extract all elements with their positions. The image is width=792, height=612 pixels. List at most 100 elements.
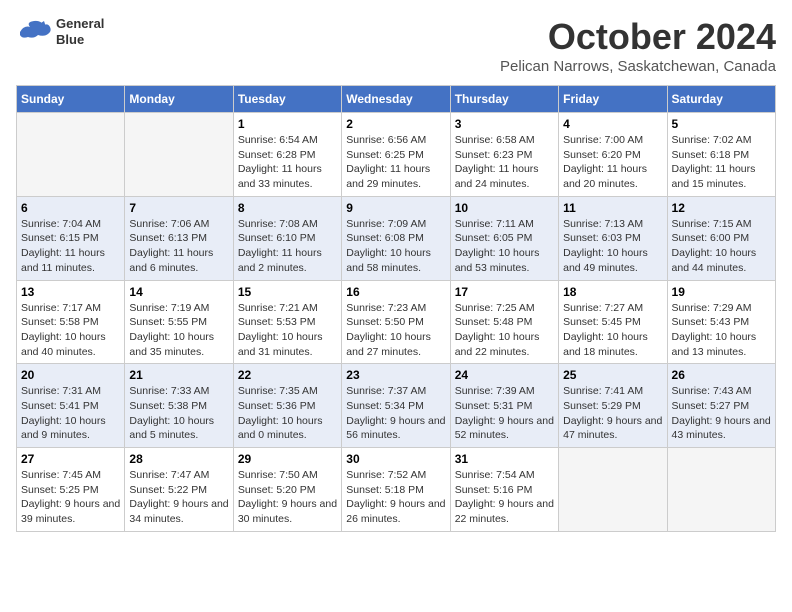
day-info: Sunrise: 7:35 AMSunset: 5:36 PMDaylight:… [238, 384, 337, 443]
calendar-cell: 3Sunrise: 6:58 AMSunset: 6:23 PMDaylight… [450, 113, 558, 197]
day-header-wednesday: Wednesday [342, 86, 450, 113]
title-block: October 2024 Pelican Narrows, Saskatchew… [500, 16, 776, 75]
calendar-cell: 9 Sunrise: 7:09 AMSunset: 6:08 PMDaylight… [342, 196, 450, 280]
calendar-cell: 8Sunrise: 7:08 AMSunset: 6:10 PMDaylight… [233, 196, 341, 280]
day-number: 5 [672, 117, 771, 131]
calendar-cell: 25Sunrise: 7:41 AMSunset: 5:29 PMDayligh… [559, 364, 667, 448]
logo-icon [16, 17, 52, 47]
day-header-thursday: Thursday [450, 86, 558, 113]
day-number: 11 [563, 201, 662, 215]
calendar-cell: 6 Sunrise: 7:04 AMSunset: 6:15 PMDaylight… [17, 196, 125, 280]
day-info: Sunrise: 7:54 AMSunset: 5:16 PMDaylight:… [455, 468, 554, 527]
day-number: 27 [21, 452, 120, 466]
day-info: Sunrise: 7:47 AMSunset: 5:22 PMDaylight:… [129, 468, 228, 527]
day-number: 28 [129, 452, 228, 466]
day-info: Sunrise: 7:02 AMSunset: 6:18 PMDaylight:… [672, 133, 771, 192]
day-number: 30 [346, 452, 445, 466]
calendar-cell: 15Sunrise: 7:21 AMSunset: 5:53 PMDayligh… [233, 280, 341, 364]
day-info: Sunrise: 7:15 AMSunset: 6:00 PMDaylight:… [672, 217, 771, 276]
calendar-cell: 23 Sunrise: 7:37 AMSunset: 5:34 PMDayligh… [342, 364, 450, 448]
calendar-cell: 11 Sunrise: 7:13 AMSunset: 6:03 PMDayligh… [559, 196, 667, 280]
day-number: 8 [238, 201, 337, 215]
day-header-saturday: Saturday [667, 86, 775, 113]
logo-text: General Blue [56, 16, 104, 47]
calendar-cell: 17 Sunrise: 7:25 AMSunset: 5:48 PMDayligh… [450, 280, 558, 364]
day-info: Sunrise: 7:37 AMSunset: 5:34 PMDaylight:… [346, 384, 445, 443]
day-number: 12 [672, 201, 771, 215]
day-info: Sunrise: 7:50 AMSunset: 5:20 PMDaylight:… [238, 468, 337, 527]
day-header-sunday: Sunday [17, 86, 125, 113]
day-number: 10 [455, 201, 554, 215]
day-info: Sunrise: 7:25 AMSunset: 5:48 PMDaylight:… [455, 301, 554, 360]
day-number: 26 [672, 368, 771, 382]
location: Pelican Narrows, Saskatchewan, Canada [500, 58, 776, 75]
day-header-friday: Friday [559, 86, 667, 113]
calendar-cell: 5 Sunrise: 7:02 AMSunset: 6:18 PMDaylight… [667, 113, 775, 197]
day-number: 2 [346, 117, 445, 131]
calendar-cell: 1Sunrise: 6:54 AMSunset: 6:28 PMDaylight… [233, 113, 341, 197]
day-info: Sunrise: 7:09 AMSunset: 6:08 PMDaylight:… [346, 217, 445, 276]
calendar-cell: 31 Sunrise: 7:54 AMSunset: 5:16 PMDayligh… [450, 448, 558, 532]
day-number: 23 [346, 368, 445, 382]
day-number: 3 [455, 117, 554, 131]
day-info: Sunrise: 7:06 AMSunset: 6:13 PMDaylight:… [129, 217, 228, 276]
calendar-cell: 28 Sunrise: 7:47 AMSunset: 5:22 PMDayligh… [125, 448, 233, 532]
day-info: Sunrise: 7:04 AMSunset: 6:15 PMDaylight:… [21, 217, 120, 276]
day-info: Sunrise: 7:13 AMSunset: 6:03 PMDaylight:… [563, 217, 662, 276]
day-info: Sunrise: 7:33 AMSunset: 5:38 PMDaylight:… [129, 384, 228, 443]
day-info: Sunrise: 7:52 AMSunset: 5:18 PMDaylight:… [346, 468, 445, 527]
day-number: 18 [563, 285, 662, 299]
day-number: 20 [21, 368, 120, 382]
calendar-table: SundayMondayTuesdayWednesdayThursdayFrid… [16, 85, 776, 532]
calendar-cell: 7 Sunrise: 7:06 AMSunset: 6:13 PMDaylight… [125, 196, 233, 280]
calendar-cell: 20Sunrise: 7:31 AMSunset: 5:41 PMDayligh… [17, 364, 125, 448]
day-number: 15 [238, 285, 337, 299]
calendar-cell: 26 Sunrise: 7:43 AMSunset: 5:27 PMDayligh… [667, 364, 775, 448]
calendar-cell: 30 Sunrise: 7:52 AMSunset: 5:18 PMDayligh… [342, 448, 450, 532]
day-number: 21 [129, 368, 228, 382]
day-info: Sunrise: 7:17 AMSunset: 5:58 PMDaylight:… [21, 301, 120, 360]
calendar-cell: 27Sunrise: 7:45 AMSunset: 5:25 PMDayligh… [17, 448, 125, 532]
calendar-cell: 2 Sunrise: 6:56 AMSunset: 6:25 PMDaylight… [342, 113, 450, 197]
week-row-3: 13 Sunrise: 7:17 AMSunset: 5:58 PMDayligh… [17, 280, 776, 364]
week-row-1: 1Sunrise: 6:54 AMSunset: 6:28 PMDaylight… [17, 113, 776, 197]
day-info: Sunrise: 7:00 AMSunset: 6:20 PMDaylight:… [563, 133, 662, 192]
day-info: Sunrise: 7:11 AMSunset: 6:05 PMDaylight:… [455, 217, 554, 276]
calendar-cell: 10 Sunrise: 7:11 AMSunset: 6:05 PMDayligh… [450, 196, 558, 280]
day-number: 4 [563, 117, 662, 131]
day-number: 29 [238, 452, 337, 466]
day-number: 17 [455, 285, 554, 299]
calendar-cell [559, 448, 667, 532]
day-info: Sunrise: 6:54 AMSunset: 6:28 PMDaylight:… [238, 133, 337, 192]
day-info: Sunrise: 7:19 AMSunset: 5:55 PMDaylight:… [129, 301, 228, 360]
day-info: Sunrise: 7:29 AMSunset: 5:43 PMDaylight:… [672, 301, 771, 360]
calendar-cell: 14 Sunrise: 7:19 AMSunset: 5:55 PMDayligh… [125, 280, 233, 364]
day-number: 31 [455, 452, 554, 466]
day-info: Sunrise: 7:39 AMSunset: 5:31 PMDaylight:… [455, 384, 554, 443]
day-number: 14 [129, 285, 228, 299]
day-number: 7 [129, 201, 228, 215]
calendar-cell: 29 Sunrise: 7:50 AMSunset: 5:20 PMDayligh… [233, 448, 341, 532]
day-number: 6 [21, 201, 120, 215]
calendar-cell [17, 113, 125, 197]
day-number: 25 [563, 368, 662, 382]
day-number: 22 [238, 368, 337, 382]
day-number: 9 [346, 201, 445, 215]
page-header: General Blue October 2024 Pelican Narrow… [16, 16, 776, 75]
calendar-cell: 4 Sunrise: 7:00 AMSunset: 6:20 PMDaylight… [559, 113, 667, 197]
calendar-cell [125, 113, 233, 197]
day-header-tuesday: Tuesday [233, 86, 341, 113]
calendar-cell: 22 Sunrise: 7:35 AMSunset: 5:36 PMDayligh… [233, 364, 341, 448]
day-info: Sunrise: 6:56 AMSunset: 6:25 PMDaylight:… [346, 133, 445, 192]
day-number: 24 [455, 368, 554, 382]
calendar-cell: 18 Sunrise: 7:27 AMSunset: 5:45 PMDayligh… [559, 280, 667, 364]
logo: General Blue [16, 16, 104, 47]
day-info: Sunrise: 7:43 AMSunset: 5:27 PMDaylight:… [672, 384, 771, 443]
week-row-2: 6 Sunrise: 7:04 AMSunset: 6:15 PMDaylight… [17, 196, 776, 280]
day-number: 13 [21, 285, 120, 299]
header-row: SundayMondayTuesdayWednesdayThursdayFrid… [17, 86, 776, 113]
month-title: October 2024 [500, 16, 776, 58]
day-number: 16 [346, 285, 445, 299]
calendar-cell: 13 Sunrise: 7:17 AMSunset: 5:58 PMDayligh… [17, 280, 125, 364]
day-info: Sunrise: 7:27 AMSunset: 5:45 PMDaylight:… [563, 301, 662, 360]
